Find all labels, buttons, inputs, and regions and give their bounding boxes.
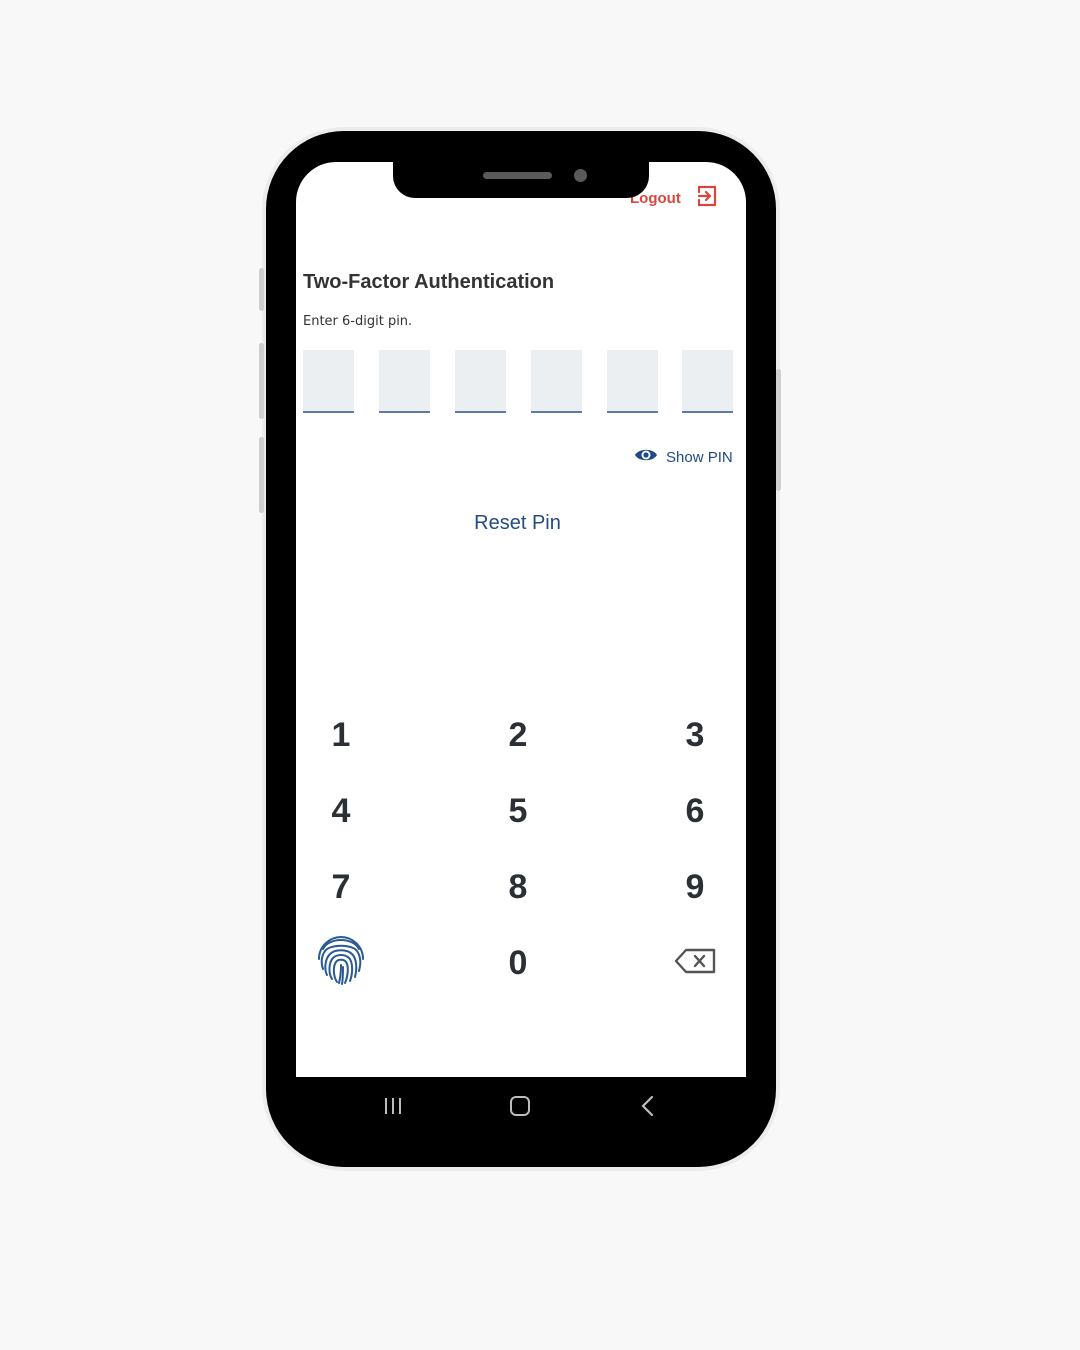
backspace-button[interactable] [655, 935, 735, 991]
logout-icon [695, 184, 719, 212]
back-icon [640, 1095, 656, 1122]
volume-up-button [259, 343, 264, 419]
backspace-icon [674, 944, 716, 983]
notch [393, 160, 649, 198]
fingerprint-button[interactable] [301, 935, 381, 991]
back-button[interactable] [628, 1093, 668, 1123]
power-button [776, 369, 781, 491]
key-3[interactable]: 3 [655, 707, 735, 763]
reset-pin-link[interactable]: Reset Pin [430, 512, 605, 535]
side-button [259, 268, 264, 311]
home-button[interactable] [500, 1093, 540, 1123]
fingerprint-icon [313, 931, 369, 996]
key-5[interactable]: 5 [478, 783, 558, 839]
key-1[interactable]: 1 [301, 707, 381, 763]
key-9[interactable]: 9 [655, 859, 735, 915]
pin-digit-5[interactable] [607, 350, 658, 413]
pin-digit-2[interactable] [379, 350, 430, 413]
home-icon [509, 1095, 531, 1122]
eye-icon [634, 446, 658, 468]
pin-digit-6[interactable] [682, 350, 733, 413]
pin-digit-3[interactable] [455, 350, 506, 413]
volume-down-button [259, 437, 264, 513]
recent-apps-icon [383, 1096, 403, 1121]
pin-instruction: Enter 6-digit pin. [303, 314, 413, 329]
key-2[interactable]: 2 [478, 707, 558, 763]
page-title: Two-Factor Authentication [303, 271, 555, 293]
pin-digit-4[interactable] [531, 350, 582, 413]
speaker [483, 172, 552, 179]
show-pin-toggle[interactable]: Show PIN [634, 446, 733, 468]
recent-apps-button[interactable] [373, 1093, 413, 1123]
key-6[interactable]: 6 [655, 783, 735, 839]
front-camera [574, 169, 587, 182]
key-7[interactable]: 7 [301, 859, 381, 915]
key-8[interactable]: 8 [478, 859, 558, 915]
pin-digit-1[interactable] [303, 350, 354, 413]
show-pin-label: Show PIN [666, 448, 733, 466]
key-4[interactable]: 4 [301, 783, 381, 839]
key-0[interactable]: 0 [478, 935, 558, 991]
